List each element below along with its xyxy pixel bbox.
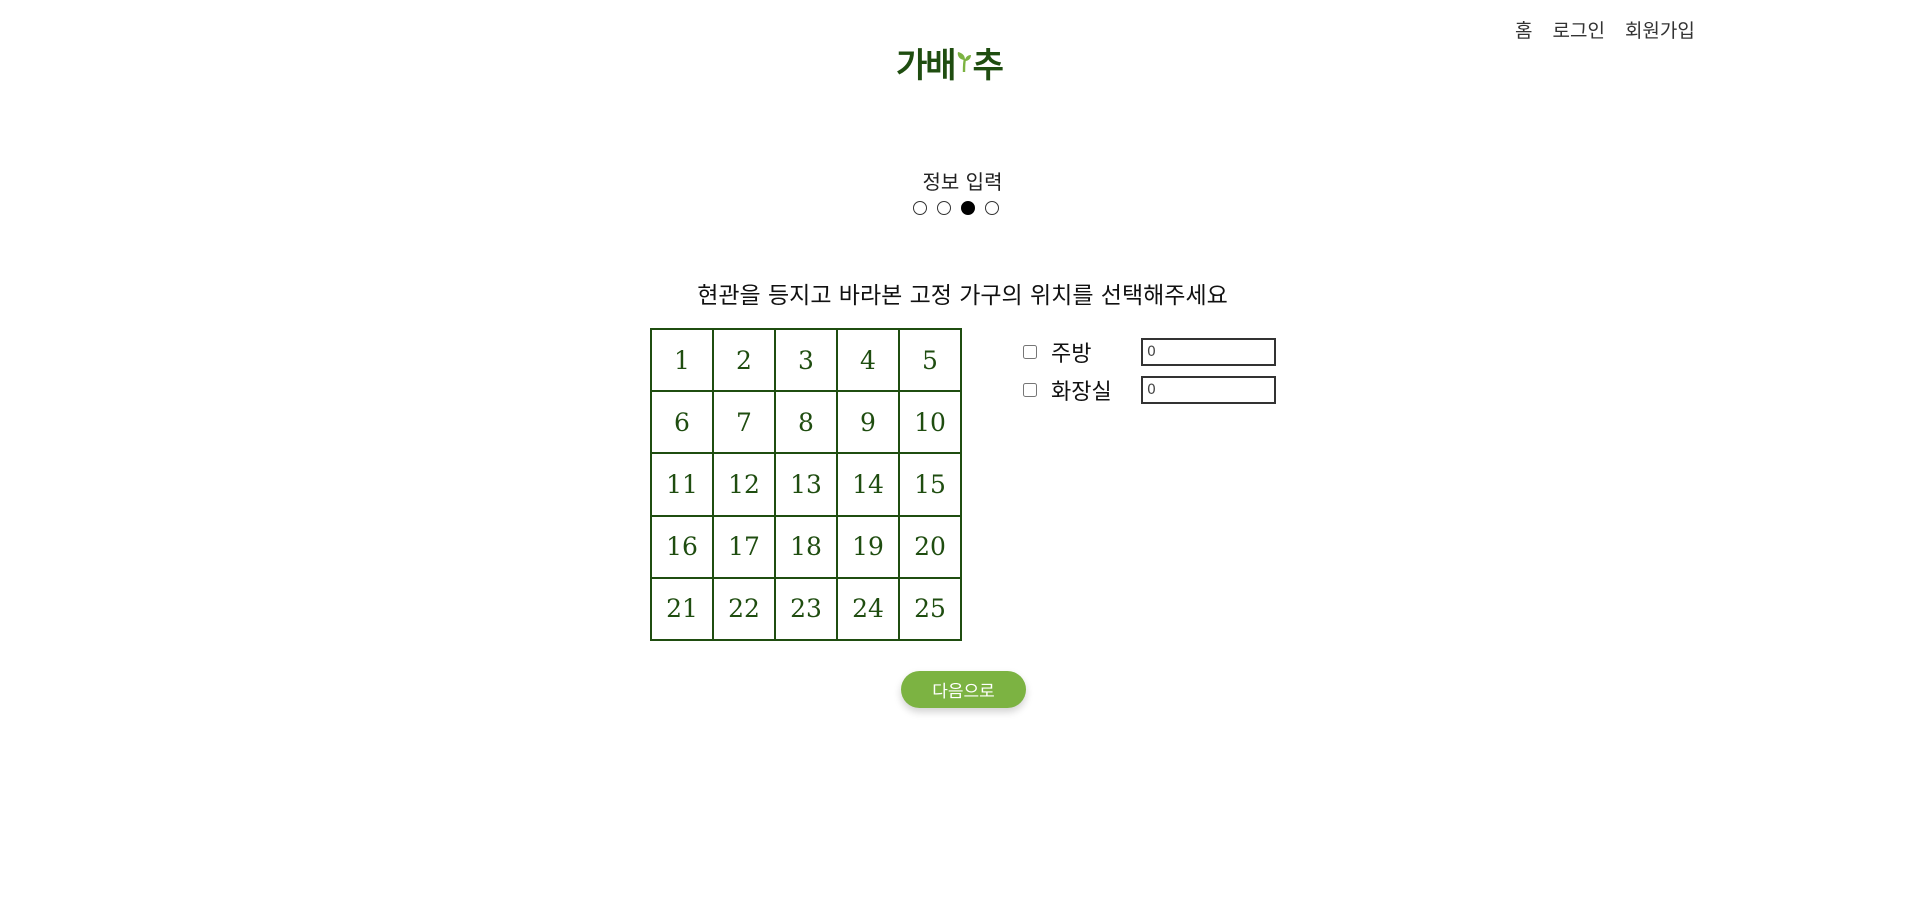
next-button[interactable]: 다음으로 bbox=[901, 671, 1026, 708]
option-checkbox[interactable] bbox=[1023, 345, 1037, 359]
option-label: 화장실 bbox=[1051, 380, 1112, 405]
nav-signup-link[interactable]: 회원가입 bbox=[1625, 16, 1695, 43]
page: 홈 로그인 회원가입 가배 추 정보 입력 현관을 등지고 바라본 고정 가구의… bbox=[0, 0, 1920, 902]
option-checkbox[interactable] bbox=[1023, 383, 1037, 397]
nav-home-link[interactable]: 홈 bbox=[1515, 16, 1532, 43]
option-position-input[interactable] bbox=[1141, 338, 1276, 366]
grid-cell[interactable]: 22 bbox=[713, 577, 775, 640]
logo-text-after: 추 bbox=[972, 45, 1004, 86]
grid-cell[interactable]: 2 bbox=[713, 329, 775, 392]
grid-cell[interactable]: 1 bbox=[651, 329, 713, 392]
grid-cell[interactable]: 4 bbox=[837, 329, 899, 392]
logo-text-before: 가배 bbox=[896, 45, 957, 86]
grid-cell[interactable]: 24 bbox=[837, 577, 899, 640]
furniture-options: 주방화장실 bbox=[1022, 333, 1276, 409]
step-indicator bbox=[913, 201, 999, 215]
grid-cell[interactable]: 20 bbox=[899, 515, 961, 578]
grid-cell[interactable]: 6 bbox=[651, 391, 713, 454]
grid-cell[interactable]: 12 bbox=[713, 453, 775, 516]
option-label: 주방 bbox=[1051, 342, 1092, 367]
grid-cell[interactable]: 10 bbox=[899, 391, 961, 454]
option-row: 주방 bbox=[1022, 333, 1276, 371]
step-dot bbox=[913, 201, 927, 215]
nav-login-link[interactable]: 로그인 bbox=[1552, 16, 1604, 43]
grid-cell[interactable]: 15 bbox=[899, 453, 961, 516]
grid-cell[interactable]: 19 bbox=[837, 515, 899, 578]
position-grid: 1 2 3 4 5 6 7 8 9 10 11 12 13 14 15 16 17 18 19 20 21 22 23 24 2… bbox=[650, 328, 962, 641]
grid-cell[interactable]: 8 bbox=[775, 391, 837, 454]
step-dot bbox=[937, 201, 951, 215]
grid-cell[interactable]: 17 bbox=[713, 515, 775, 578]
step-dot bbox=[985, 201, 999, 215]
top-nav: 홈 로그인 회원가입 bbox=[1515, 16, 1695, 43]
grid-cell[interactable]: 5 bbox=[899, 329, 961, 392]
option-position-input[interactable] bbox=[1141, 376, 1276, 404]
grid-cell[interactable]: 16 bbox=[651, 515, 713, 578]
grid-cell[interactable]: 9 bbox=[837, 391, 899, 454]
grid-cell[interactable]: 7 bbox=[713, 391, 775, 454]
grid-cell[interactable]: 13 bbox=[775, 453, 837, 516]
grid-cell[interactable]: 11 bbox=[651, 453, 713, 516]
grid-cell[interactable]: 14 bbox=[837, 453, 899, 516]
grid-cell[interactable]: 3 bbox=[775, 329, 837, 392]
option-row: 화장실 bbox=[1022, 371, 1276, 409]
grid-cell[interactable]: 18 bbox=[775, 515, 837, 578]
grid-cell[interactable]: 23 bbox=[775, 577, 837, 640]
step-title: 정보 입력 bbox=[922, 170, 1003, 194]
grid-cell[interactable]: 21 bbox=[651, 577, 713, 640]
logo[interactable]: 가배 추 bbox=[896, 40, 1030, 86]
sprout-icon bbox=[957, 52, 971, 73]
grid-cell[interactable]: 25 bbox=[899, 577, 961, 640]
step-dot bbox=[961, 201, 975, 215]
question-text: 현관을 등지고 바라본 고정 가구의 위치를 선택해주세요 bbox=[697, 283, 1228, 309]
